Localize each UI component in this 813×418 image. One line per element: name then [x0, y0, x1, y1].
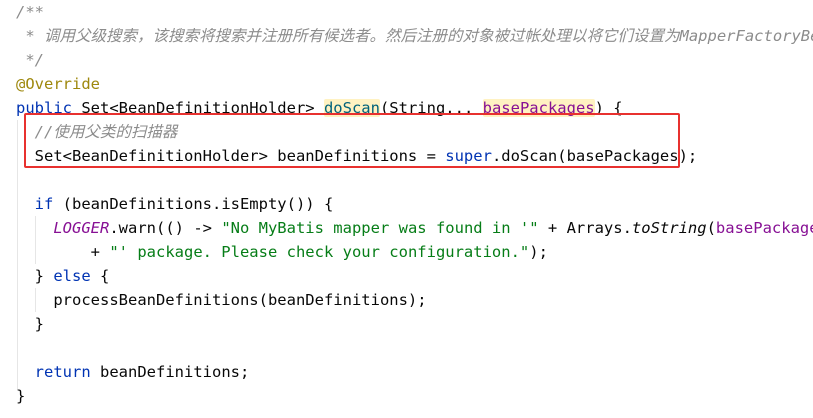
code-token-keyword: public	[16, 99, 82, 117]
code-token-default: processBeanDefinitions(beanDefinitions);	[16, 291, 427, 309]
code-token-comment: */	[16, 51, 44, 69]
code-token-keyword: return	[34, 363, 91, 381]
code-block[interactable]: /** * 调用父级搜索，该搜索将搜索并注册所有候选者。然后注册的对象被过帐处理…	[16, 0, 813, 408]
code-token-default: ) {	[594, 99, 623, 117]
code-token-static-field: LOGGER	[53, 219, 110, 237]
code-token-default: (String...	[379, 99, 483, 117]
code-token-comment: /**	[16, 3, 44, 21]
code-token-default: Set<BeanDefinitionHolder>	[81, 99, 324, 117]
code-token-default: }	[16, 315, 44, 333]
code-token-default: +	[16, 243, 110, 261]
code-token-param: basePackages	[482, 99, 595, 117]
code-token-keyword: if	[34, 195, 54, 213]
code-editor[interactable]: /** * 调用父级搜索，该搜索将搜索并注册所有候选者。然后注册的对象被过帐处理…	[0, 0, 813, 418]
code-line[interactable]: */	[16, 48, 813, 72]
code-token-default	[16, 219, 53, 237]
code-line[interactable]: public Set<BeanDefinitionHolder> doScan(…	[16, 96, 813, 120]
code-token-default: (	[706, 219, 716, 237]
code-token-method-decl: doScan	[323, 99, 380, 117]
code-token-string: "' package. Please check your configurat…	[109, 243, 530, 261]
code-line[interactable]: //使用父类的扫描器	[16, 120, 813, 144]
code-token-default: }	[16, 387, 26, 405]
code-token-default: {	[90, 267, 110, 285]
code-line[interactable]: /**	[16, 0, 813, 24]
code-token-default: (beanDefinitions.isEmpty()) {	[53, 195, 334, 213]
code-line[interactable]: ​	[16, 336, 813, 360]
code-line[interactable]: } else {	[16, 264, 813, 288]
code-token-keyword: else	[53, 267, 91, 285]
code-line[interactable]: }	[16, 312, 813, 336]
code-line[interactable]: return beanDefinitions;	[16, 360, 813, 384]
code-line[interactable]: LOGGER.warn(() -> "No MyBatis mapper was…	[16, 216, 813, 240]
code-token-default: beanDefinitions;	[90, 363, 250, 381]
code-token-keyword: super	[445, 147, 492, 165]
code-token-default	[16, 363, 35, 381]
code-line[interactable]: + "' package. Please check your configur…	[16, 240, 813, 264]
code-token-string: "No MyBatis mapper was found in '"	[221, 219, 539, 237]
code-line[interactable]: Set<BeanDefinitionHolder> beanDefinition…	[16, 144, 813, 168]
code-line[interactable]: ​	[16, 168, 813, 192]
code-token-default: .warn(() ->	[109, 219, 222, 237]
code-token-default: );	[529, 243, 548, 261]
code-line[interactable]: @Override	[16, 72, 813, 96]
code-token-annotation: @Override	[16, 75, 100, 93]
code-line[interactable]: }	[16, 384, 813, 408]
code-line[interactable]: processBeanDefinitions(beanDefinitions);	[16, 288, 813, 312]
code-token-comment: * 调用父级搜索，该搜索将搜索并注册所有候选者。然后注册的对象被过帐处理以将它们…	[16, 27, 813, 45]
code-line[interactable]: * 调用父级搜索，该搜索将搜索并注册所有候选者。然后注册的对象被过帐处理以将它们…	[16, 24, 813, 48]
code-token-param-plain: basePackages	[715, 219, 813, 237]
code-token-default: .doScan(basePackages);	[491, 147, 698, 165]
code-token-default: Set<BeanDefinitionHolder> beanDefinition…	[16, 147, 446, 165]
code-line[interactable]: if (beanDefinitions.isEmpty()) {	[16, 192, 813, 216]
code-token-default: + Arrays.	[538, 219, 632, 237]
code-token-default	[16, 195, 35, 213]
code-token-default: }	[16, 267, 54, 285]
code-token-static-method: toString	[631, 219, 707, 237]
code-token-comment: //使用父类的扫描器	[16, 123, 178, 141]
